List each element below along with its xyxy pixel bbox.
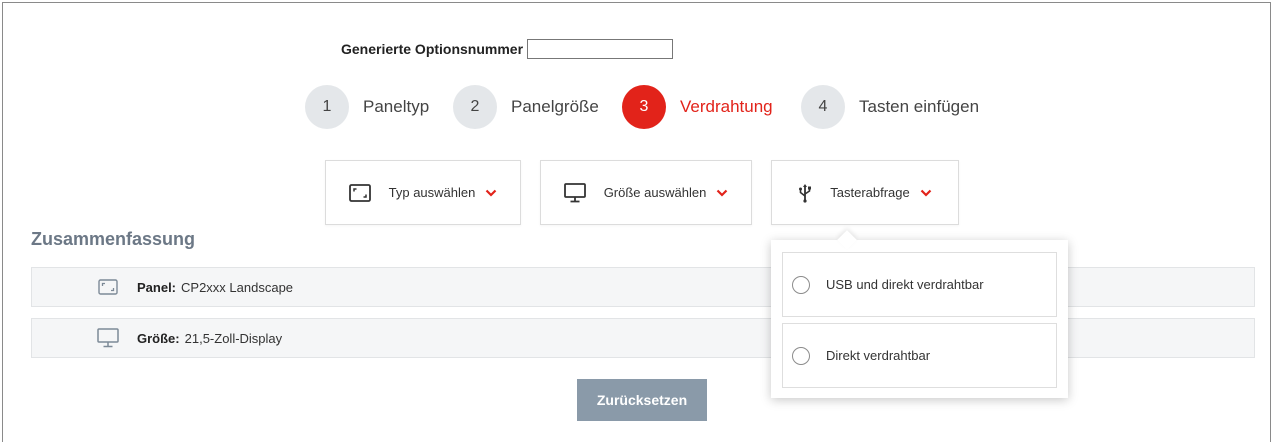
summary-value: 21,5-Zoll-Display	[184, 330, 283, 346]
panel-type-icon	[96, 279, 120, 295]
radio-button[interactable]	[792, 346, 810, 365]
chevron-down-icon	[716, 189, 728, 197]
step-label: Tasten einfügen	[859, 97, 980, 116]
step-label: Paneltyp	[363, 97, 430, 116]
radio-button[interactable]	[792, 275, 810, 294]
dropdown-label: Typ auswählen	[388, 185, 476, 200]
step-paneltyp[interactable]: 1 Paneltyp	[305, 85, 429, 129]
summary-title: Zusammenfassung	[31, 229, 196, 249]
step-label: Panelgröße	[511, 97, 599, 116]
step-number: 1	[305, 85, 349, 129]
summary-row-panel: Panel: CP2xxx Landscape	[31, 267, 1255, 307]
option-number-input[interactable]	[527, 39, 674, 59]
size-select-dropdown[interactable]: Größe auswählen	[540, 160, 752, 225]
summary-key: Größe:	[137, 330, 180, 346]
type-select-dropdown[interactable]: Typ auswählen	[325, 160, 521, 225]
dropdown-label: Größe auswählen	[603, 185, 707, 200]
option-usb-and-direct[interactable]: USB und direkt verdrahtbar	[782, 252, 1057, 317]
dropdown-label: Tasterabfrage	[830, 185, 910, 200]
step-panelgroesse[interactable]: 2 Panelgröße	[453, 85, 599, 129]
option-number: Generierte Optionsnummer	[341, 39, 674, 59]
chevron-down-icon	[485, 189, 497, 197]
option-direct[interactable]: Direkt verdrahtbar	[782, 323, 1057, 388]
step-number: 3	[622, 85, 666, 129]
reset-button[interactable]: Zurücksetzen	[577, 379, 707, 421]
monitor-icon	[563, 182, 586, 203]
monitor-icon	[96, 328, 120, 348]
chevron-down-icon	[920, 189, 932, 197]
step-number: 2	[453, 85, 497, 129]
step-label: Verdrahtung	[680, 97, 773, 116]
panel-type-icon	[348, 183, 371, 202]
summary-row-size: Größe: 21,5-Zoll-Display	[31, 318, 1255, 358]
step-tasten-einfuegen[interactable]: 4 Tasten einfügen	[801, 85, 979, 129]
summary-value: CP2xxx Landscape	[181, 279, 294, 295]
option-number-label: Generierte Optionsnummer	[341, 41, 524, 57]
option-label: USB und direkt verdrahtbar	[826, 277, 984, 292]
button-query-popover: USB und direkt verdrahtbar Direkt verdra…	[771, 240, 1068, 398]
step-verdrahtung[interactable]: 3 Verdrahtung	[622, 85, 773, 129]
summary-key: Panel:	[137, 279, 177, 295]
option-label: Direkt verdrahtbar	[826, 348, 931, 363]
button-query-dropdown[interactable]: Tasterabfrage	[771, 160, 959, 225]
usb-icon	[798, 183, 812, 203]
step-number: 4	[801, 85, 845, 129]
